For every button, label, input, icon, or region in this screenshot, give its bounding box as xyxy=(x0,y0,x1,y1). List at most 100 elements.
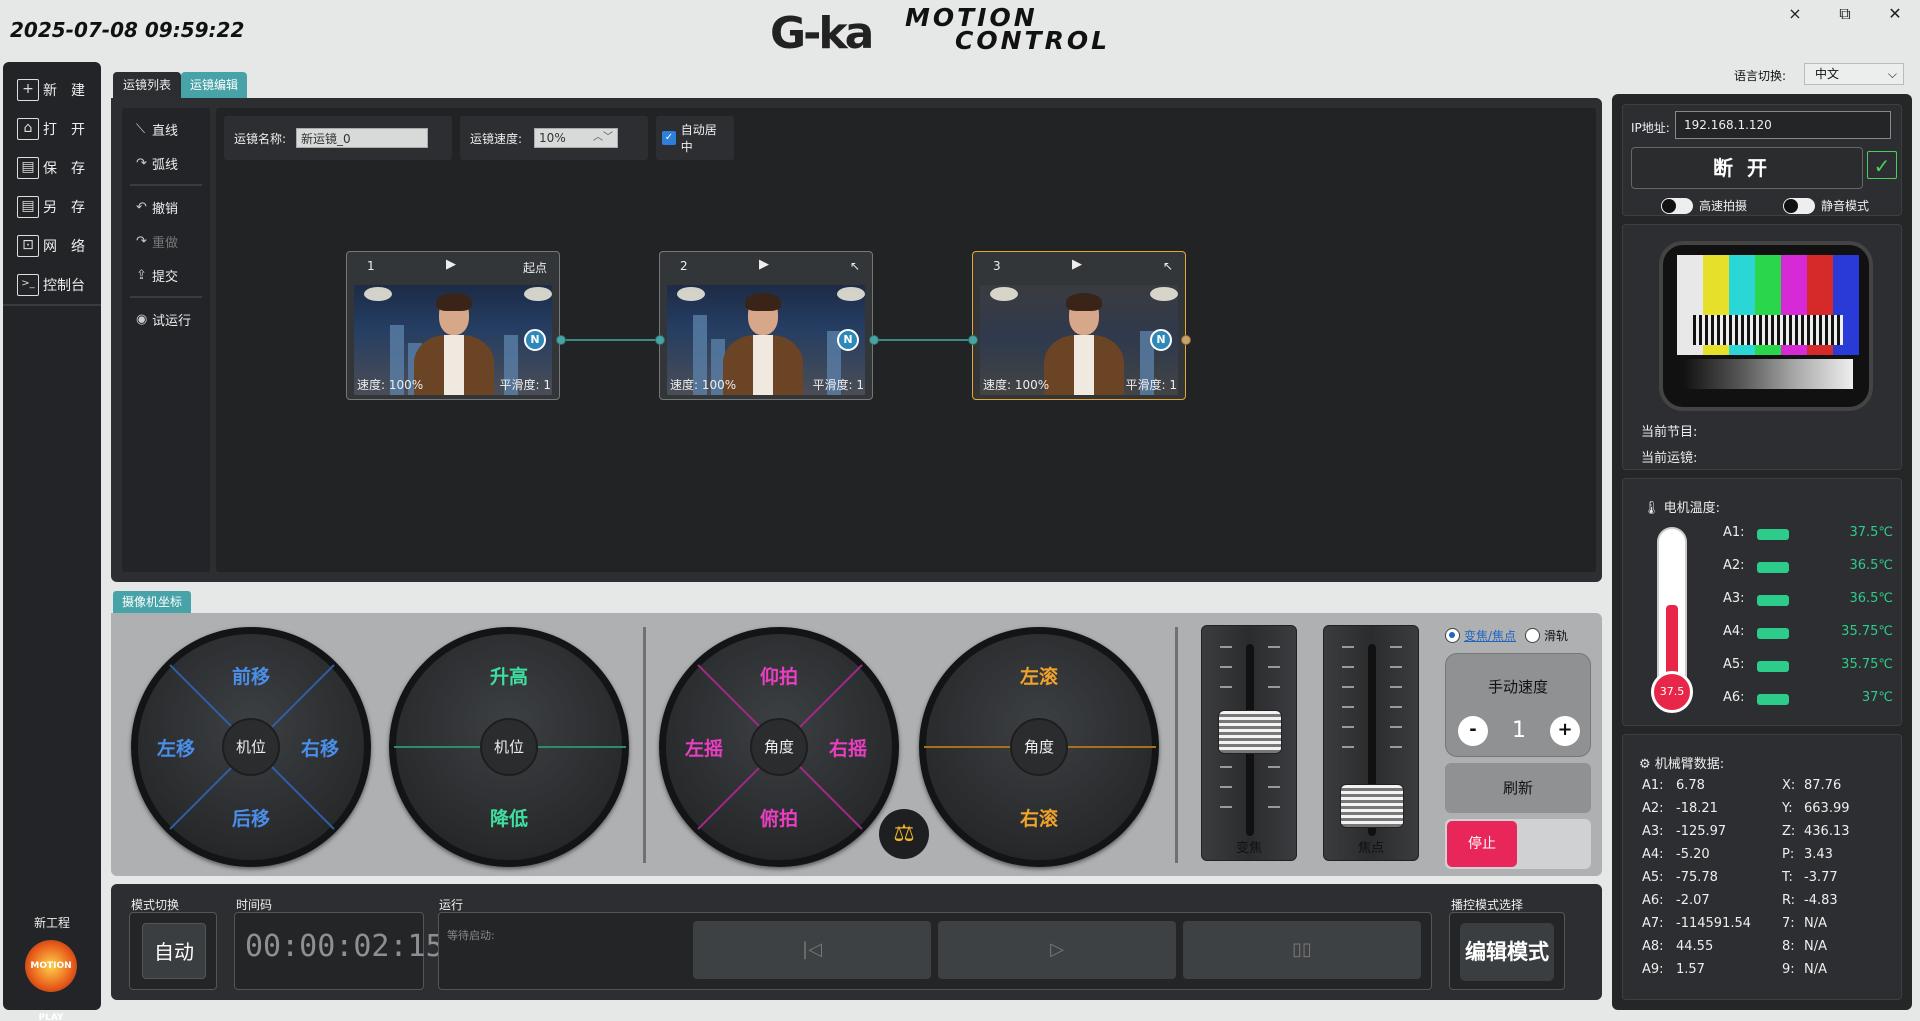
tilt-up-label[interactable]: 仰拍 xyxy=(739,662,819,689)
tool-arc[interactable]: ↷ 弧线 xyxy=(136,152,178,174)
auto-mode-button[interactable]: 自动 xyxy=(142,923,206,979)
pause-button[interactable]: ▯▯ xyxy=(1183,921,1421,979)
auto-center-checkbox[interactable]: ✓ xyxy=(662,131,676,145)
toggle-switch[interactable] xyxy=(1783,197,1815,214)
roll-left-label[interactable]: 左滚 xyxy=(999,662,1079,689)
move-node-3[interactable]: 3 ▶ ↖ N 速度: 100% 平滑度: 1 xyxy=(972,251,1186,400)
focus-slider-knob[interactable] xyxy=(1340,784,1404,828)
sidebar-item-save[interactable]: ▤ 保 存 xyxy=(17,154,97,182)
motor-row-a2: A2: 36.5℃ xyxy=(1723,558,1893,578)
node-edit-icon[interactable]: ↖ xyxy=(1163,259,1173,273)
arm-right-value: 663.99 xyxy=(1804,801,1850,816)
close-button[interactable]: ✕ xyxy=(1880,2,1910,26)
radio-button[interactable] xyxy=(1445,628,1460,643)
joystick-center[interactable]: 机位 xyxy=(480,718,538,776)
motor-temp: 36.5℃ xyxy=(1849,591,1893,606)
tool-redo[interactable]: ↷ 重做 xyxy=(136,230,178,252)
zoom-slider-knob[interactable] xyxy=(1218,710,1282,754)
arm-right-key: Z: xyxy=(1782,824,1796,839)
roll-right-label[interactable]: 右滚 xyxy=(999,804,1079,831)
roll-joystick[interactable]: 左滚 右滚 角度 xyxy=(919,627,1159,867)
toggle-switch[interactable] xyxy=(1661,197,1693,214)
play-icon[interactable]: ▶ xyxy=(446,257,456,272)
raise-label[interactable]: 升高 xyxy=(469,662,549,689)
sidebar-item-open[interactable]: ⌂ 打 开 xyxy=(17,115,97,143)
tab-move-edit[interactable]: 运镜编辑 xyxy=(181,72,247,98)
radio-track[interactable]: 滑轨 xyxy=(1525,627,1568,644)
joystick-center[interactable]: 角度 xyxy=(750,718,808,776)
language-select[interactable]: ⌵ 中文 xyxy=(1804,63,1904,85)
move-forward-label[interactable]: 前移 xyxy=(211,662,291,689)
arm-right-value: 436.13 xyxy=(1804,824,1850,839)
disconnect-button[interactable]: 断开 xyxy=(1631,147,1863,189)
move-name-label: 运镜名称: xyxy=(234,131,287,146)
chevron-down-icon: ⌵ xyxy=(1887,67,1897,81)
node-port[interactable] xyxy=(869,335,879,345)
move-node-1[interactable]: 1 ▶ 起点 N 速度: 100% 平滑度: 1 xyxy=(346,251,560,400)
zoom-label: 变焦 xyxy=(1235,841,1262,856)
height-joystick[interactable]: 升高 降低 机位 xyxy=(389,627,629,867)
tab-move-list[interactable]: 运镜列表 xyxy=(113,72,181,98)
position-joystick[interactable]: 前移 后移 左移 右移 机位 xyxy=(131,627,371,867)
sidebar-item-new[interactable]: + 新 建 xyxy=(17,76,97,104)
move-node-2[interactable]: 2 ▶ ↖ N 速度: 100% 平滑度: 1 xyxy=(659,251,873,400)
speed-minus-button[interactable]: - xyxy=(1458,716,1488,746)
tilt-down-label[interactable]: 俯拍 xyxy=(739,804,819,831)
motor-name: A4: xyxy=(1723,624,1745,639)
pan-left-label[interactable]: 左摇 xyxy=(664,734,744,761)
node-port[interactable] xyxy=(655,335,665,345)
angle-joystick[interactable]: 仰拍 俯拍 左摇 右摇 角度 xyxy=(659,627,899,867)
monitor-check-icon[interactable]: ✓ xyxy=(1867,151,1897,179)
radio-button[interactable] xyxy=(1525,628,1540,643)
joystick-center[interactable]: 角度 xyxy=(1010,718,1068,776)
silent-mode-toggle[interactable]: 静音模式 xyxy=(1783,197,1869,214)
auto-center-option[interactable]: ✓ 自动居中 xyxy=(656,116,734,160)
node-edit-icon[interactable]: ↖ xyxy=(850,259,860,273)
waiting-status: 等待启动: xyxy=(447,929,495,942)
arm-left-value: -2.07 xyxy=(1676,893,1710,908)
tool-line[interactable]: ⟍ 直线 xyxy=(136,118,178,140)
motor-temp: 37℃ xyxy=(1861,690,1893,705)
tab-camera-coords[interactable]: 摄像机坐标 xyxy=(113,591,191,613)
motor-name: A3: xyxy=(1723,591,1745,606)
refresh-button[interactable]: 刷新 xyxy=(1445,763,1591,813)
skip-to-start-button[interactable]: |◁ xyxy=(693,921,931,979)
sidebar-item-label: 新 建 xyxy=(43,83,85,99)
sidebar-item-console[interactable]: >_ 控制台 xyxy=(17,271,97,299)
pan-right-label[interactable]: 右摇 xyxy=(808,734,888,761)
ip-input[interactable]: 192.168.1.120 xyxy=(1675,111,1891,139)
tool-submit[interactable]: ⇪ 提交 xyxy=(136,264,178,286)
stop-button[interactable]: 停止 xyxy=(1447,821,1517,867)
move-right-label[interactable]: 右移 xyxy=(280,734,360,761)
tool-label: 直线 xyxy=(152,123,179,139)
sidebar-item-save-as[interactable]: ▤ 另 存 xyxy=(17,193,97,221)
node-port[interactable] xyxy=(556,335,566,345)
sidebar-item-network[interactable]: ⊡ 网 络 xyxy=(17,232,97,260)
stop-toggle[interactable]: 停止 xyxy=(1445,819,1591,869)
lower-label[interactable]: 降低 xyxy=(469,804,549,831)
move-name-input[interactable] xyxy=(296,128,429,148)
play-icon[interactable]: ▶ xyxy=(759,257,769,272)
edit-mode-button[interactable]: 编辑模式 xyxy=(1460,923,1554,981)
focus-slider[interactable]: 焦点 xyxy=(1323,625,1419,861)
move-speed-spinner[interactable]: ︿﹀ 10% xyxy=(534,128,619,148)
move-back-label[interactable]: 后移 xyxy=(211,804,291,831)
radio-zoom-focus[interactable]: 变焦/焦点 xyxy=(1445,627,1516,644)
move-speed-value: 10% xyxy=(539,131,566,145)
balance-icon[interactable]: ⚖ xyxy=(879,809,929,859)
node-port[interactable] xyxy=(968,335,978,345)
node-port[interactable] xyxy=(1181,335,1191,345)
high-speed-toggle[interactable]: 高速拍摄 xyxy=(1661,197,1747,214)
play-button[interactable]: ▷ xyxy=(938,921,1176,979)
tool-trial-run[interactable]: ◉ 试运行 xyxy=(136,308,191,330)
zoom-slider[interactable]: 变焦 xyxy=(1201,625,1297,861)
restore-button[interactable]: ⧉ xyxy=(1830,2,1860,26)
tool-undo[interactable]: ↶ 撤销 xyxy=(136,196,178,218)
speed-plus-button[interactable]: + xyxy=(1550,716,1580,746)
move-left-label[interactable]: 左移 xyxy=(136,734,216,761)
minimize-button[interactable]: × xyxy=(1780,2,1810,26)
joystick-center[interactable]: 机位 xyxy=(222,718,280,776)
play-icon[interactable]: ▶ xyxy=(1072,257,1082,272)
timecode-box: 00:00:02:15 xyxy=(234,912,444,990)
motor-name: A1: xyxy=(1723,525,1745,540)
